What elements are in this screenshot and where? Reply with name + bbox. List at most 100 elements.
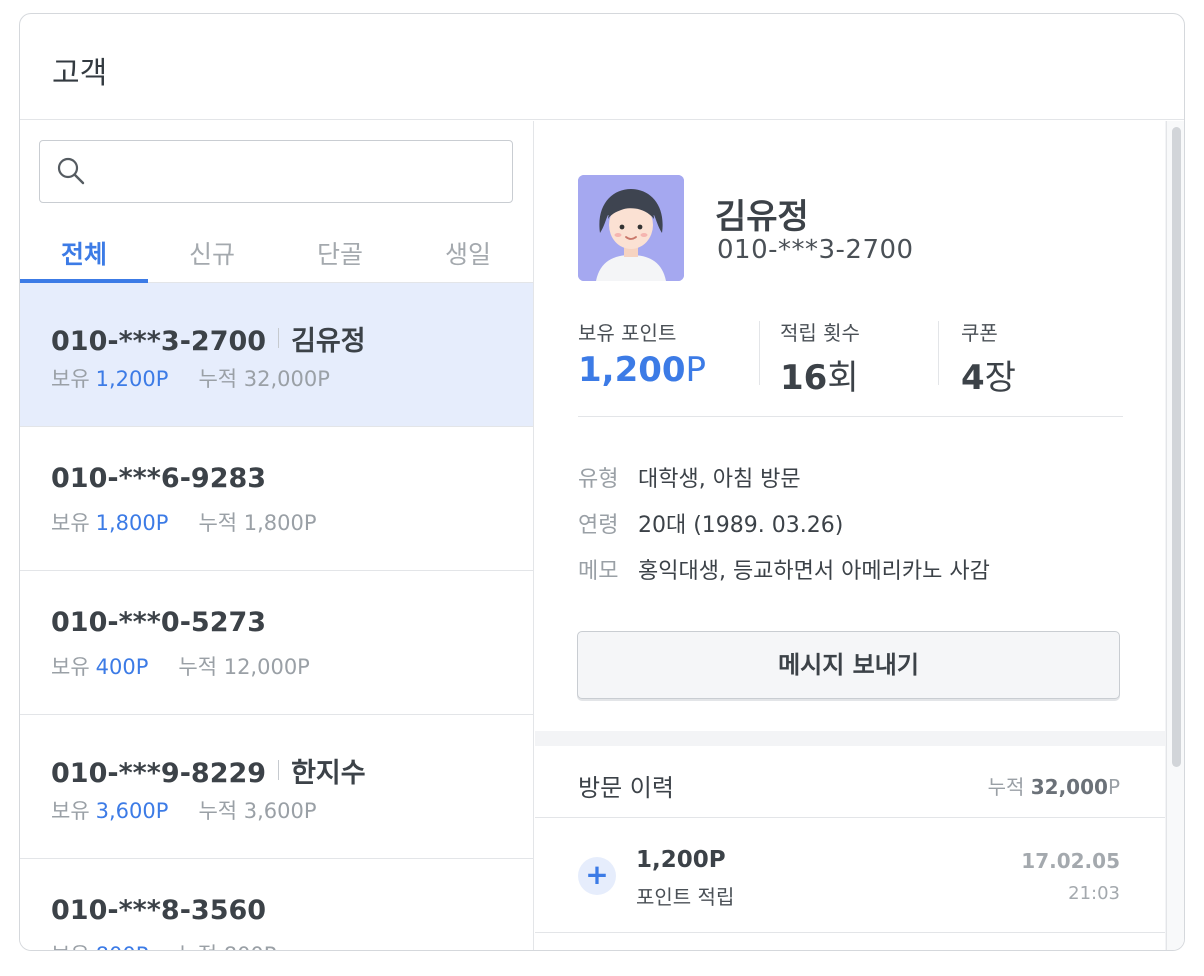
- list-item[interactable]: 010-***0-5273 보유 400P 누적 12,000P: [20, 571, 533, 715]
- stat-coupons: 쿠폰 4장: [961, 317, 1016, 399]
- hold-points: 1,800P: [95, 511, 169, 535]
- hold-label: 보유: [51, 511, 90, 535]
- scrollbar[interactable]: [1166, 121, 1184, 950]
- tab-new[interactable]: 신규: [148, 223, 276, 282]
- search-input[interactable]: [96, 151, 496, 193]
- history-description: 포인트 적립: [636, 885, 735, 909]
- customer-points: 보유 1,800P 누적 1,800P: [51, 507, 317, 537]
- separator: [278, 328, 280, 348]
- customer-identity: 010-***0-5273: [51, 607, 266, 638]
- stat-value: 1,200P: [578, 350, 706, 390]
- list-item[interactable]: 010-***8-3560 보유 800P 누적 800P: [20, 859, 533, 950]
- customer-phone: 010-***6-9283: [51, 463, 267, 494]
- history-summary: 누적 32,000P: [988, 771, 1120, 800]
- info-row-memo: 메모 홍익대생, 등교하면서 아메리카노 사감: [578, 553, 990, 599]
- hold-label: 보유: [51, 799, 90, 823]
- history-header: 방문 이력 누적 32,000P: [535, 746, 1165, 818]
- summary-value: 32,000: [1030, 775, 1108, 799]
- list-item[interactable]: 010-***6-9283 보유 1,800P 누적 1,800P: [20, 427, 533, 571]
- info-key: 연령: [578, 513, 619, 538]
- accumulated-points: 누적 1,800P: [198, 511, 317, 535]
- plus-icon: +: [578, 857, 616, 895]
- info-value: 대학생, 아침 방문: [638, 467, 801, 492]
- avatar: [578, 175, 684, 281]
- search-box[interactable]: [39, 140, 513, 203]
- customer-points: 보유 1,200P 누적 32,000P: [51, 363, 330, 393]
- hold-points: 800P: [96, 943, 149, 950]
- stat-points: 보유 포인트 1,200P: [578, 317, 706, 390]
- history-title: 방문 이력: [578, 774, 674, 802]
- filter-tabs: 전체 신규 단골 생일: [20, 223, 533, 283]
- scrollbar-thumb[interactable]: [1172, 127, 1181, 767]
- avatar-illustration: [578, 175, 684, 281]
- customer-points: 보유 800P 누적 800P: [51, 939, 276, 950]
- customer-phone: 010-***0-5273: [51, 607, 267, 638]
- customer-window: 고객 전체 신규 단골 생일 010-***3-2700 김유정 보유 1,200P…: [19, 13, 1185, 951]
- stat-value: 4장: [961, 350, 1016, 399]
- tab-birthday[interactable]: 생일: [404, 223, 532, 282]
- stat-value: 16회: [780, 350, 860, 399]
- profile-card: 김유정 010-***3-2700 보유 포인트 1,200P 적립 횟수 16…: [535, 121, 1165, 731]
- visit-history: 방문 이력 누적 32,000P + 1,200P 포인트 적립 17.02.0…: [535, 746, 1165, 950]
- summary-unit: P: [1107, 775, 1120, 799]
- stat-unit: 회: [827, 358, 859, 398]
- page-title: 고객: [52, 56, 108, 91]
- stat-number: 4: [961, 358, 985, 398]
- tab-regular[interactable]: 단골: [276, 223, 404, 282]
- list-item[interactable]: 010-***3-2700 김유정 보유 1,200P 누적 32,000P: [20, 283, 533, 427]
- list-item[interactable]: 010-***9-8229 한지수 보유 3,600P 누적 3,600P: [20, 715, 533, 859]
- tab-all[interactable]: 전체: [20, 223, 148, 283]
- hold-label: 보유: [51, 367, 90, 391]
- stat-number: 16: [780, 358, 828, 398]
- stat-visits: 적립 횟수 16회: [780, 317, 860, 399]
- history-amount: 1,200P: [636, 847, 726, 873]
- customer-identity: 010-***6-9283: [51, 463, 266, 494]
- stat-number: 1,200: [578, 350, 686, 390]
- search-icon: [57, 157, 85, 185]
- history-item[interactable]: + 1,200P 포인트 적립 17.02.05 21:03: [535, 819, 1165, 933]
- customer-list-pane: 전체 신규 단골 생일 010-***3-2700 김유정 보유 1,200P 누적 …: [20, 121, 534, 950]
- accumulated-points: 누적 3,600P: [198, 799, 317, 823]
- customer-points: 보유 400P 누적 12,000P: [51, 651, 310, 681]
- info-value: 홍익대생, 등교하면서 아메리카노 사감: [638, 559, 990, 584]
- history-date: 17.02.05: [1021, 849, 1120, 873]
- divider: [938, 321, 939, 385]
- profile-phone: 010-***3-2700: [717, 235, 914, 265]
- accumulated-points: 누적 800P: [178, 943, 276, 950]
- customer-identity: 010-***9-8229 한지수: [51, 751, 366, 790]
- customer-identity: 010-***8-3560: [51, 895, 266, 926]
- stat-label: 보유 포인트: [578, 321, 677, 345]
- customer-points: 보유 3,600P 누적 3,600P: [51, 795, 317, 825]
- stat-label: 적립 횟수: [780, 321, 860, 345]
- customer-phone: 010-***8-3560: [51, 895, 267, 926]
- stats-row: 보유 포인트 1,200P 적립 횟수 16회 쿠폰 4장: [578, 317, 1123, 417]
- info-row-type: 유형 대학생, 아침 방문: [578, 461, 990, 507]
- customer-phone: 010-***3-2700: [51, 326, 267, 357]
- stat-unit: 장: [984, 358, 1016, 398]
- hold-points: 1,200P: [95, 367, 169, 391]
- hold-points: 3,600P: [95, 799, 169, 823]
- send-message-button[interactable]: 메시지 보내기: [577, 631, 1120, 699]
- separator: [278, 760, 280, 780]
- info-row-age: 연령 20대 (1989. 03.26): [578, 507, 990, 553]
- customer-detail-pane: 김유정 010-***3-2700 보유 포인트 1,200P 적립 횟수 16…: [535, 121, 1184, 950]
- customer-list: 010-***3-2700 김유정 보유 1,200P 누적 32,000P 010-…: [20, 283, 533, 950]
- customer-phone: 010-***9-8229: [51, 758, 267, 789]
- profile-name: 김유정: [715, 197, 809, 237]
- hold-points: 400P: [95, 655, 149, 679]
- stat-label: 쿠폰: [961, 321, 998, 345]
- hold-label: 보유: [51, 943, 90, 950]
- accumulated-points: 누적 32,000P: [198, 367, 330, 391]
- header: 고객: [20, 14, 1184, 120]
- info-value: 20대 (1989. 03.26): [638, 513, 844, 538]
- customer-info: 유형 대학생, 아침 방문 연령 20대 (1989. 03.26) 메모 홍익대생,…: [578, 461, 990, 599]
- customer-name: 김유정: [291, 326, 366, 357]
- info-key: 유형: [578, 467, 619, 492]
- info-key: 메모: [578, 559, 619, 584]
- history-time: 21:03: [1068, 883, 1120, 904]
- stat-unit: P: [685, 350, 707, 390]
- customer-name: 한지수: [291, 758, 366, 789]
- summary-label: 누적: [987, 775, 1025, 799]
- hold-label: 보유: [51, 655, 90, 679]
- divider: [759, 321, 760, 385]
